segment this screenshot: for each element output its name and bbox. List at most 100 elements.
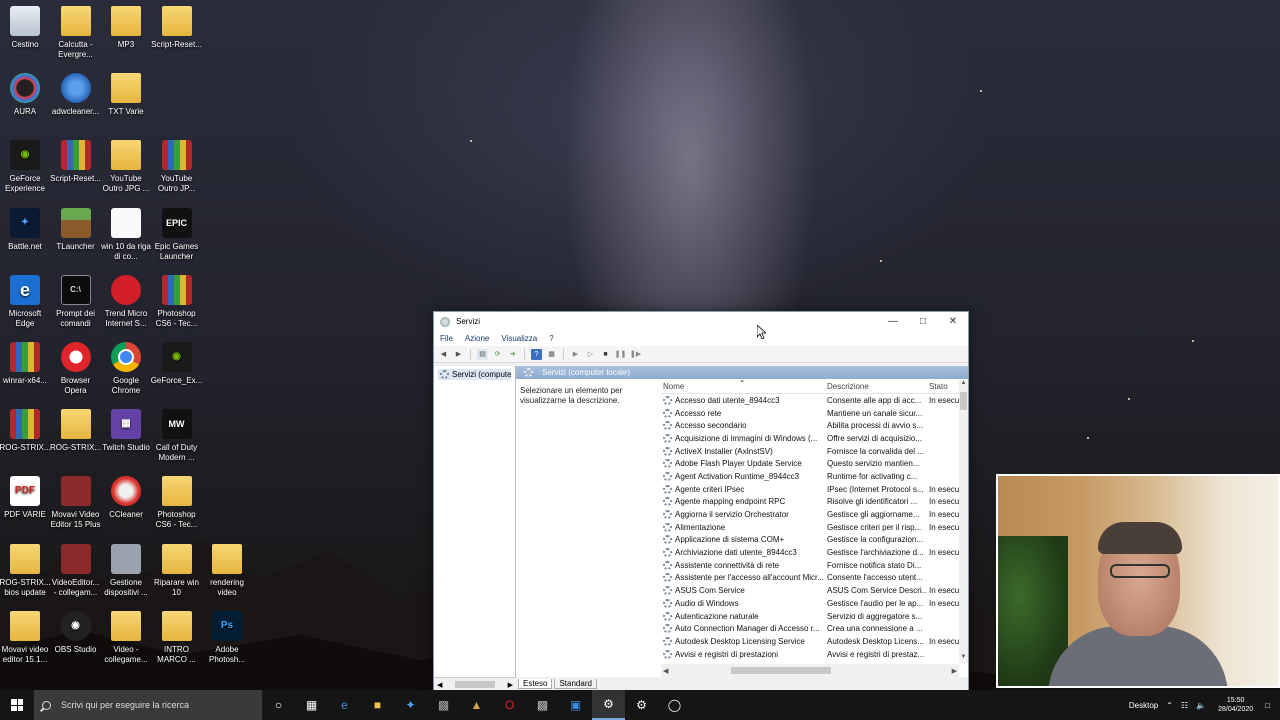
battlenet-taskbar-icon[interactable]: ✦ (394, 690, 427, 720)
scroll-right-icon[interactable]: ▶ (508, 681, 513, 689)
back-arrow-icon[interactable]: ◀ (438, 349, 449, 360)
desktop-shortcut[interactable]: Trend Micro Internet S... (100, 274, 152, 329)
services-taskbar-icon[interactable]: ⚙ (592, 690, 625, 720)
service-row[interactable]: Acquisizione di immagini di Windows (...… (661, 432, 968, 445)
desktop-shortcut[interactable]: PDF PDF VARIE (0, 476, 51, 520)
scroll-thumb[interactable] (731, 667, 831, 674)
desktop-shortcut[interactable]: MW Call of Duty Modern ... (151, 409, 203, 463)
menu-azione[interactable]: Azione (465, 334, 489, 343)
maximize-button[interactable]: □ (908, 312, 938, 331)
desktop-shortcut[interactable]: ROG-STRIX... (0, 409, 51, 453)
forward-arrow-icon[interactable]: ▶ (453, 349, 464, 360)
scroll-thumb[interactable] (455, 681, 495, 688)
start-service-alt-icon[interactable]: ▷ (585, 349, 596, 360)
task-view-icon[interactable]: ▦ (295, 690, 328, 720)
taskbar-search-box[interactable]: Scrivi qui per eseguire la ricerca (34, 690, 262, 720)
app-taskbar-icon[interactable]: ▩ (427, 690, 460, 720)
desktop-shortcut[interactable]: Photoshop CS6 - Tec... (151, 274, 203, 329)
refresh-icon[interactable]: ⟳ (492, 349, 503, 360)
desktop-shortcut[interactable]: TLauncher (50, 207, 102, 252)
export-list-icon[interactable]: ➔ (507, 349, 518, 360)
edge-taskbar-icon[interactable]: e (328, 690, 361, 720)
service-row[interactable]: Alimentazione Gestisce criteri per il ris… (661, 521, 968, 534)
desktop-shortcut[interactable]: e Microsoft Edge (0, 274, 51, 329)
desktop-shortcut[interactable]: CCleaner (100, 476, 152, 520)
app2-taskbar-icon[interactable]: ▲ (460, 690, 493, 720)
desktop-shortcut[interactable]: Browser Opera (50, 342, 102, 396)
desktop-shortcut[interactable]: C:\ Prompt dei comandi (50, 274, 102, 329)
app4-taskbar-icon[interactable]: ▣ (559, 690, 592, 720)
scroll-right-icon[interactable]: ▶ (952, 667, 957, 675)
service-row[interactable]: Accesso dati utente_8944cc3 Consente alle… (661, 394, 968, 407)
desktop-shortcut[interactable]: ◉ OBS Studio (50, 610, 102, 655)
desktop-shortcut[interactable]: Riparare win 10 (151, 543, 203, 598)
service-row[interactable]: Accesso rete Mantiene un canale sicur... (661, 407, 968, 420)
volume-icon[interactable]: 🔈 (1196, 701, 1206, 710)
desktop-shortcut[interactable]: Calcutta - Evergre... (50, 6, 102, 60)
desktop-shortcut[interactable]: ◉ GeForce_Ex... (151, 342, 203, 386)
tree-item-services[interactable]: Servizi (computer (438, 369, 511, 380)
service-row[interactable]: Agente mapping endpoint RPC Risolve gli i… (661, 496, 968, 509)
desktop-shortcut[interactable]: Script-Reset... (151, 6, 203, 50)
desktop-shortcut[interactable]: Movavi Video Editor 15 Plus (50, 476, 102, 530)
service-row[interactable]: Agent Activation Runtime_8944cc3 Runtime … (661, 470, 968, 483)
service-row[interactable]: Archiviazione dati utente_8944cc3 Gestisc… (661, 546, 968, 559)
vertical-scrollbar[interactable]: ▲ ▼ (959, 380, 968, 663)
service-row[interactable]: Aggiorna il servizio Orchestrator Gestisc… (661, 508, 968, 521)
column-header-description[interactable]: Descrizione (825, 382, 927, 391)
scroll-left-icon[interactable]: ◀ (437, 681, 442, 689)
desktop-shortcut[interactable]: Photoshop CS6 - Tec... (151, 476, 203, 530)
desktop-shortcut[interactable]: ✦ Battle.net (0, 207, 51, 252)
show-hide-tree-icon[interactable]: ▤ (477, 348, 488, 360)
desktop-shortcut[interactable]: Google Chrome (100, 342, 152, 396)
desktop-shortcut[interactable]: MP3 (100, 6, 152, 50)
desktop-shortcut[interactable]: Movavi video editor 15.1... (0, 610, 51, 665)
desktop-shortcut[interactable]: winrar-x64... (0, 342, 51, 386)
service-row[interactable]: Autenticazione naturale Servizio di aggre… (661, 610, 968, 623)
service-row[interactable]: Audio di Windows Gestisce l'audio per le … (661, 597, 968, 610)
minimize-button[interactable]: — (878, 312, 908, 331)
close-button[interactable]: ✕ (938, 312, 968, 331)
app3-taskbar-icon[interactable]: ▩ (526, 690, 559, 720)
settings-taskbar-icon[interactable]: ⚙ (625, 690, 658, 720)
file-explorer-icon[interactable]: ■ (361, 690, 394, 720)
opera-taskbar-icon[interactable]: O (493, 690, 526, 720)
tree-horizontal-scrollbar[interactable]: ◀ ▶ (434, 677, 516, 691)
desktop-toolbar-label[interactable]: Desktop (1129, 701, 1158, 710)
service-row[interactable]: Applicazione di sistema COM+ Gestisce la … (661, 534, 968, 547)
stop-service-icon[interactable]: ■ (600, 349, 611, 360)
properties-icon[interactable]: ▦ (546, 349, 557, 360)
service-row[interactable]: ActiveX Installer (AxInstSV) Fornisce la … (661, 445, 968, 458)
desktop-shortcut[interactable]: ROG-STRIX... (50, 409, 102, 453)
notifications-icon[interactable]: □ (1265, 701, 1270, 710)
desktop-shortcut[interactable]: ROG-STRIX... bios update (0, 543, 51, 598)
desktop-shortcut[interactable]: Gestione dispositivi ... (100, 543, 152, 598)
desktop-shortcut[interactable]: Ps Adobe Photosh... (201, 610, 253, 665)
desktop-shortcut[interactable]: ▦ Twitch Studio (100, 409, 152, 453)
service-row[interactable]: ASUS Com Service ASUS Com Service Descri.… (661, 584, 968, 597)
menu-visualizza[interactable]: Visualizza (501, 334, 537, 343)
desktop-shortcut[interactable]: Script-Reset... (50, 140, 102, 184)
tab-standard[interactable]: Standard (554, 679, 597, 689)
desktop-shortcut[interactable]: EPIC Epic Games Launcher (151, 207, 203, 262)
cortana-icon[interactable]: ○ (262, 690, 295, 720)
clock[interactable]: 15:50 28/04/2020 (1218, 696, 1253, 714)
desktop-shortcut[interactable]: Video - collegame... (100, 610, 152, 665)
desktop-shortcut[interactable]: Cestino (0, 6, 51, 50)
desktop-shortcut[interactable]: ◉ GeForce Experience (0, 140, 51, 194)
scroll-left-icon[interactable]: ◀ (663, 667, 668, 675)
service-row[interactable]: Assistente connettività di rete Fornisce … (661, 559, 968, 572)
restart-service-icon[interactable]: ❚▶ (630, 349, 641, 360)
desktop-shortcut[interactable]: rendering video (201, 543, 253, 598)
service-row[interactable]: Avvisi e registri di prestazioni Avvisi e… (661, 648, 968, 661)
title-bar[interactable]: Servizi — □ ✕ (434, 312, 968, 331)
desktop-shortcut[interactable]: AURA (0, 73, 51, 117)
menu-help[interactable]: ? (549, 334, 553, 343)
desktop-shortcut[interactable]: YouTube Outro JPG ... (100, 140, 152, 194)
desktop-shortcut[interactable]: win 10 da riga di co... (100, 207, 152, 262)
scroll-thumb[interactable] (960, 392, 967, 410)
network-icon[interactable]: ☷ (1181, 701, 1188, 710)
column-header-state[interactable]: Stato (927, 382, 961, 391)
service-row[interactable]: Assistente per l'accesso all'account Mic… (661, 572, 968, 585)
pause-service-icon[interactable]: ❚❚ (615, 349, 627, 360)
